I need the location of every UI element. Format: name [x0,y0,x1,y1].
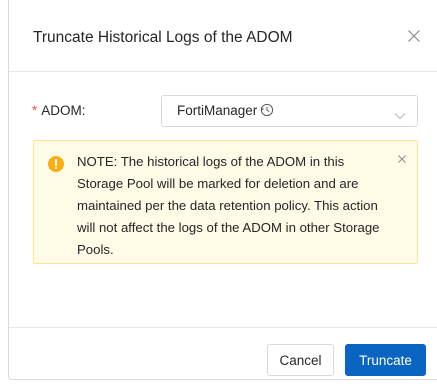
dialog-title: Truncate Historical Logs of the ADOM [33,29,293,46]
dialog-header: Truncate Historical Logs of the ADOM [9,0,437,72]
warning-alert: NOTE: The historical logs of the ADOM in… [33,140,418,264]
truncate-button[interactable]: Truncate [345,344,426,376]
adom-form-row: * ADOM: FortiManager [9,95,437,129]
truncate-logs-dialog: Truncate Historical Logs of the ADOM * AD… [8,0,437,380]
cancel-button[interactable]: Cancel [267,344,334,376]
clock-icon [260,103,274,120]
alert-close-icon[interactable] [396,152,408,164]
adom-select-value-wrap: FortiManager [177,103,274,120]
adom-select[interactable]: FortiManager [161,95,418,127]
required-marker: * [32,103,38,118]
chevron-down-icon [394,107,406,125]
dialog-footer: Cancel Truncate [9,327,437,380]
warning-icon [48,156,64,172]
alert-message: NOTE: The historical logs of the ADOM in… [77,154,380,257]
adom-label-text: ADOM: [41,103,86,118]
adom-label: * ADOM: [32,103,86,118]
close-icon[interactable] [404,26,424,46]
adom-select-value: FortiManager [177,103,258,118]
